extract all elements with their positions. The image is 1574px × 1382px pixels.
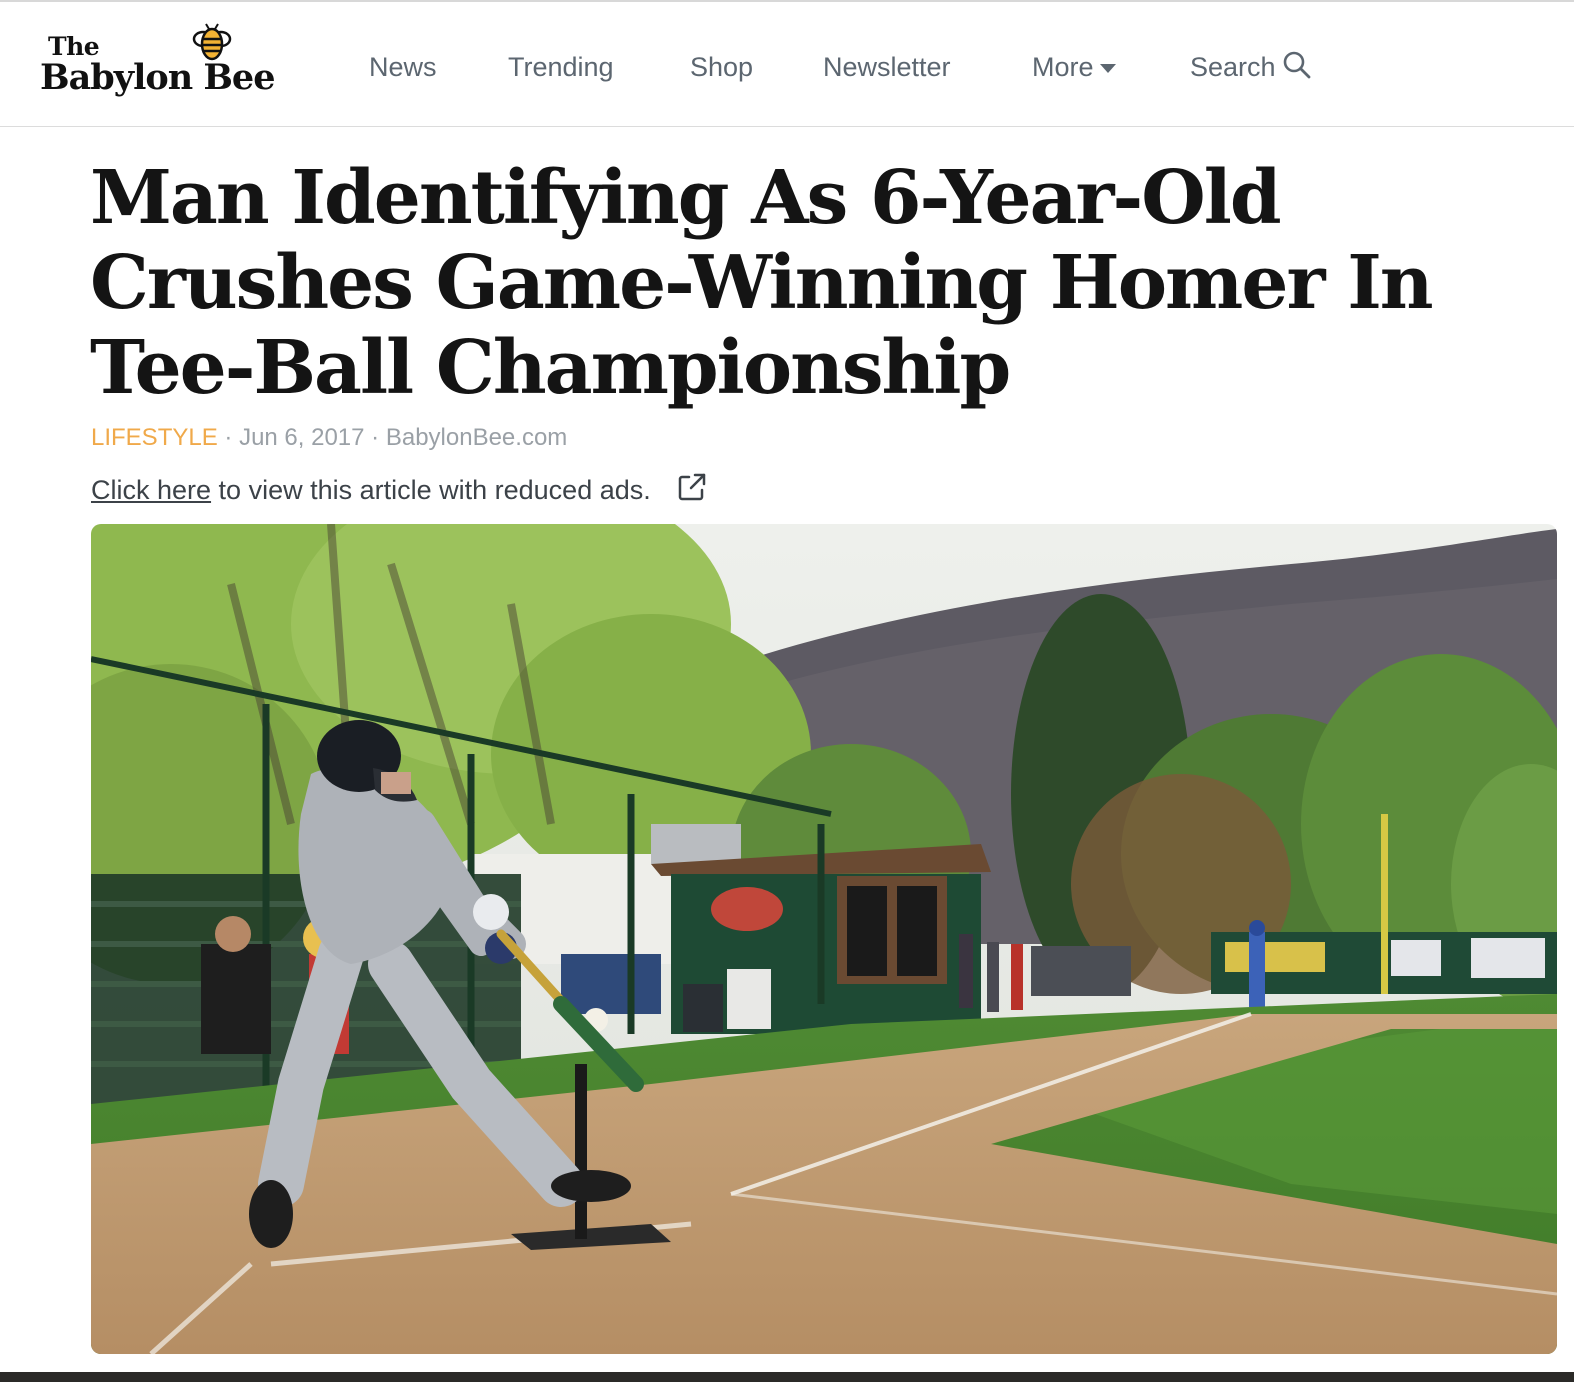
nav-more-label: More (1032, 52, 1094, 82)
nav-trending[interactable]: Trending (508, 42, 614, 92)
logo-line-name: Babylon Bee (40, 57, 275, 98)
meta-separator: · (224, 424, 233, 451)
meta-separator: · (371, 424, 380, 451)
reduced-ads-text: to view this article with reduced ads. (211, 475, 651, 505)
article-headline: Man Identifying As 6-Year-Old Crushes Ga… (90, 155, 1434, 411)
nav-shop[interactable]: Shop (690, 42, 753, 92)
nav-news[interactable]: News (369, 42, 437, 92)
page: The Babylon Bee News Trending Shop Newsl… (0, 0, 1574, 1382)
nav-search-label: Search (1190, 52, 1276, 82)
external-link-icon[interactable] (676, 471, 708, 503)
site-header: The Babylon Bee News Trending Shop Newsl… (0, 2, 1574, 127)
article-source: BabylonBee.com (385, 424, 568, 451)
nav-search[interactable]: Search (1190, 42, 1312, 92)
reduced-ads-notice: Click here to view this article with red… (91, 471, 708, 507)
site-logo[interactable]: The Babylon Bee (40, 20, 310, 110)
reduced-ads-link[interactable]: Click here (91, 475, 211, 505)
nav-newsletter[interactable]: Newsletter (823, 42, 951, 92)
caret-down-icon (1099, 64, 1116, 73)
article-date: Jun 6, 2017 (239, 424, 365, 451)
article-category[interactable]: LIFESTYLE (91, 424, 218, 451)
magnifier-icon (1283, 51, 1310, 79)
bottom-strip (0, 1372, 1574, 1382)
article-meta: LIFESTYLE · Jun 6, 2017 · BabylonBee.com (91, 423, 567, 453)
nav-more[interactable]: More (1032, 42, 1116, 92)
article-featured-image (91, 524, 1557, 1354)
